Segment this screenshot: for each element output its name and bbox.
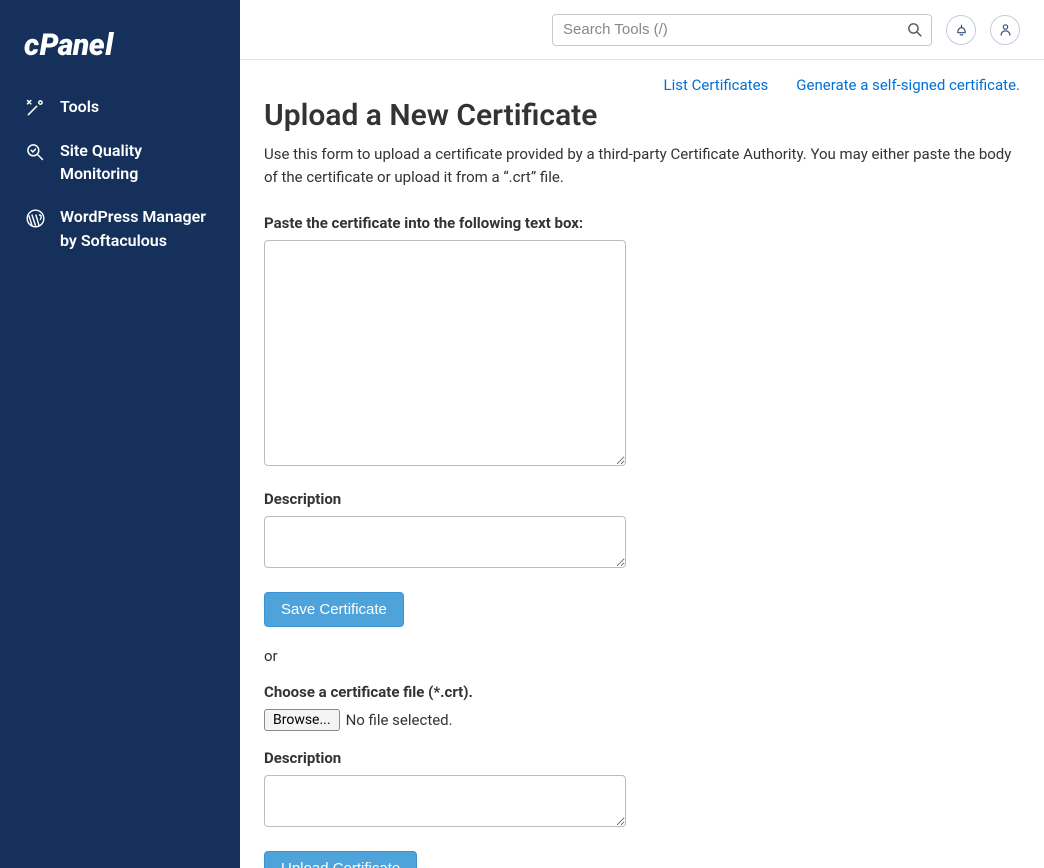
description1-block: Description xyxy=(264,490,1020,572)
sidebar-item-site-quality[interactable]: Site Quality Monitoring xyxy=(24,129,216,195)
sidebar-item-label: Site Quality Monitoring xyxy=(60,139,216,185)
search-wrap xyxy=(552,14,932,46)
paste-certificate-block: Paste the certificate into the following… xyxy=(264,214,1020,470)
description1-label: Description xyxy=(264,490,1020,508)
paste-label: Paste the certificate into the following… xyxy=(264,214,1020,232)
search-icon xyxy=(906,21,923,38)
wrench-icon xyxy=(24,97,46,119)
sidebar-item-label: Tools xyxy=(60,95,99,118)
link-generate-self-signed[interactable]: Generate a self-signed certificate. xyxy=(796,76,1020,94)
description1-textarea[interactable] xyxy=(264,516,626,568)
bell-icon xyxy=(954,22,969,37)
choose-file-label: Choose a certificate file (*.crt). xyxy=(264,683,1020,701)
page-title: Upload a New Certificate xyxy=(264,98,1020,133)
sidebar-item-tools[interactable]: Tools xyxy=(24,85,216,129)
page-intro: Use this form to upload a certificate pr… xyxy=(264,143,1020,188)
search-button[interactable] xyxy=(900,16,928,44)
description2-block: Description xyxy=(264,749,1020,831)
sidebar-item-wordpress[interactable]: WordPress Manager by Softaculous xyxy=(24,195,216,261)
wordpress-icon xyxy=(24,207,46,229)
sidebar-item-label: WordPress Manager by Softaculous xyxy=(60,205,216,251)
certificate-textarea[interactable] xyxy=(264,240,626,466)
description2-label: Description xyxy=(264,749,1020,767)
or-text: or xyxy=(264,647,1020,665)
top-links: List Certificates Generate a self-signed… xyxy=(264,76,1020,94)
magnifier-check-icon xyxy=(24,141,46,163)
file-status-text: No file selected. xyxy=(346,711,453,729)
sidebar: cPanel Tools xyxy=(0,0,240,868)
choose-file-block: Choose a certificate file (*.crt). Brows… xyxy=(264,683,1020,731)
browse-button[interactable]: Browse... xyxy=(264,709,340,731)
account-button[interactable] xyxy=(990,15,1020,45)
notifications-button[interactable] xyxy=(946,15,976,45)
user-icon xyxy=(998,22,1013,37)
main: List Certificates Generate a self-signed… xyxy=(240,0,1044,868)
logo[interactable]: cPanel xyxy=(0,0,240,85)
upload-certificate-button[interactable]: Upload Certificate xyxy=(264,851,417,868)
content: List Certificates Generate a self-signed… xyxy=(240,60,1044,868)
search-input[interactable] xyxy=(552,14,932,46)
save-certificate-button[interactable]: Save Certificate xyxy=(264,592,404,627)
link-list-certificates[interactable]: List Certificates xyxy=(664,76,769,94)
sidebar-nav: Tools Site Quality Monitoring xyxy=(0,85,240,262)
description2-textarea[interactable] xyxy=(264,775,626,827)
topbar xyxy=(240,0,1044,60)
